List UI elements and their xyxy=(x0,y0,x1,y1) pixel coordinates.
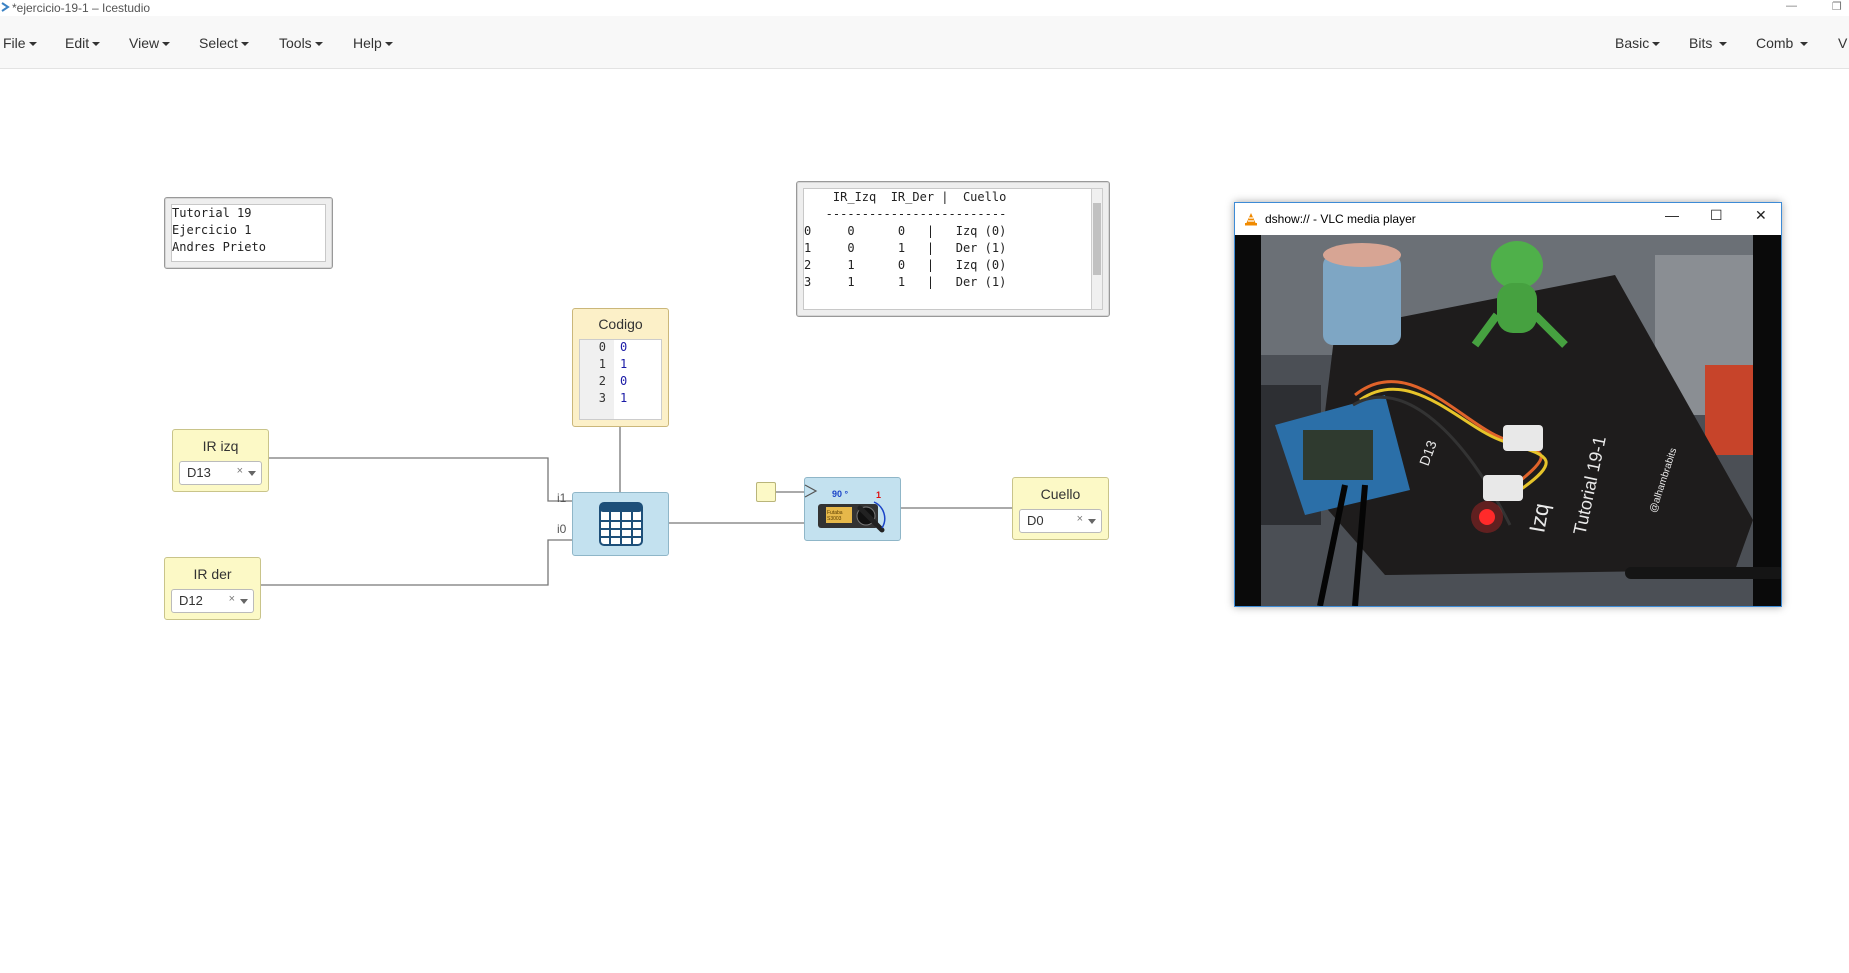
code-line: 2 0 xyxy=(580,374,661,391)
vlc-maximize-icon[interactable]: ☐ xyxy=(1710,207,1723,224)
line-value: 0 xyxy=(620,340,628,354)
menu-tools[interactable]: Tools xyxy=(279,35,323,51)
line-value: 1 xyxy=(620,391,628,405)
code-line: 0 0 xyxy=(580,340,661,357)
cuello-pin-select[interactable]: D0 × xyxy=(1019,509,1102,533)
ir-izq-label: IR izq xyxy=(202,438,239,454)
ir-der-pin-select[interactable]: D12 × xyxy=(171,589,254,613)
truth-table-text[interactable]: IR_Izq IR_Der | Cuello -----------------… xyxy=(803,188,1093,310)
clear-icon[interactable]: × xyxy=(229,593,235,605)
ir-der-input-block[interactable]: IR der D12 × xyxy=(164,557,261,620)
code-line: 3 1 xyxy=(580,391,661,408)
truth-table-note[interactable]: IR_Izq IR_Der | Cuello -----------------… xyxy=(796,181,1110,317)
servo-brand-label: Futaba S3003 xyxy=(827,510,843,522)
port-i1-label: i1 xyxy=(557,491,567,505)
menu-file[interactable]: File xyxy=(3,35,37,51)
clear-icon[interactable]: × xyxy=(1077,513,1083,525)
info-note[interactable]: Tutorial 19 Ejercicio 1 Andres Prieto xyxy=(164,197,333,269)
menu-more[interactable]: V xyxy=(1838,35,1847,51)
line-number: 0 xyxy=(598,340,606,354)
menu-comb[interactable]: Comb xyxy=(1756,35,1809,51)
ir-izq-pin-select[interactable]: D13 × xyxy=(179,461,262,485)
line-number: 2 xyxy=(598,374,606,388)
cuello-pin-value: D0 xyxy=(1027,513,1044,528)
ir-der-label: IR der xyxy=(193,566,232,582)
menu-edit[interactable]: Edit xyxy=(65,35,101,51)
codigo-editor[interactable]: 0 0 1 1 2 0 3 1 xyxy=(579,339,662,420)
table-block[interactable] xyxy=(572,492,669,556)
chevron-down-icon[interactable] xyxy=(240,599,248,604)
wire-ir-izq xyxy=(268,457,572,502)
line-number: 3 xyxy=(598,391,606,405)
chevron-down-icon[interactable] xyxy=(1088,519,1096,524)
codigo-label: Codigo xyxy=(598,316,643,332)
vlc-title: dshow:// - VLC media player xyxy=(1265,212,1416,226)
window-minimize-icon[interactable]: — xyxy=(1786,0,1797,12)
menu-bits[interactable]: Bits xyxy=(1689,35,1728,51)
constant-input-box[interactable] xyxy=(756,482,776,502)
scrollbar-thumb[interactable] xyxy=(1093,203,1101,275)
menu-bar: File Edit View Select Tools Help Basic B… xyxy=(0,16,1849,69)
menu-basic[interactable]: Basic xyxy=(1615,35,1661,51)
wire-ir-der xyxy=(260,539,572,586)
line-value: 0 xyxy=(620,374,628,388)
webcam-scene-image xyxy=(1235,235,1781,606)
ir-der-pin-value: D12 xyxy=(179,593,203,608)
port-i0-label: i0 xyxy=(557,522,567,536)
cuello-label: Cuello xyxy=(1040,486,1081,502)
vlc-cone-icon xyxy=(1245,213,1257,226)
window-title-bar: *ejercicio-19-1 – Icestudio — ❐ xyxy=(0,0,1849,16)
table-grid-icon xyxy=(599,502,643,546)
cuello-output-block[interactable]: Cuello D0 × xyxy=(1012,477,1109,540)
codigo-constant-block[interactable]: Codigo 0 0 1 1 2 0 3 1 xyxy=(572,308,669,427)
vlc-close-icon[interactable]: ✕ xyxy=(1755,207,1767,224)
chevron-down-icon[interactable] xyxy=(248,471,256,476)
line-value: 1 xyxy=(620,357,628,371)
ir-izq-input-block[interactable]: IR izq D13 × xyxy=(172,429,269,492)
menu-view[interactable]: View xyxy=(129,35,171,51)
info-note-text[interactable]: Tutorial 19 Ejercicio 1 Andres Prieto xyxy=(171,204,326,262)
servo-block[interactable]: 90 ° 1 Futaba S3003 xyxy=(804,477,901,541)
window-restore-icon[interactable]: ❐ xyxy=(1832,0,1842,13)
vlc-minimize-icon[interactable]: — xyxy=(1665,207,1679,223)
code-line: 1 1 xyxy=(580,357,661,374)
vlc-window[interactable]: dshow:// - VLC media player — ☐ ✕ D13 Iz… xyxy=(1234,202,1782,607)
clock-input-icon xyxy=(804,484,818,498)
window-title: *ejercicio-19-1 – Icestudio xyxy=(12,1,151,15)
ir-izq-pin-value: D13 xyxy=(187,465,211,480)
line-number: 1 xyxy=(598,357,606,371)
icestudio-logo-icon xyxy=(1,2,10,12)
menu-help[interactable]: Help xyxy=(353,35,393,51)
clear-icon[interactable]: × xyxy=(237,465,243,477)
truth-table-scrollbar[interactable] xyxy=(1091,188,1103,310)
video-chalk-izq: Izq xyxy=(1524,501,1555,535)
menu-select[interactable]: Select xyxy=(199,35,249,51)
video-frame[interactable]: D13 Izq Tutorial 19-1 @alhambrabits xyxy=(1235,235,1781,606)
